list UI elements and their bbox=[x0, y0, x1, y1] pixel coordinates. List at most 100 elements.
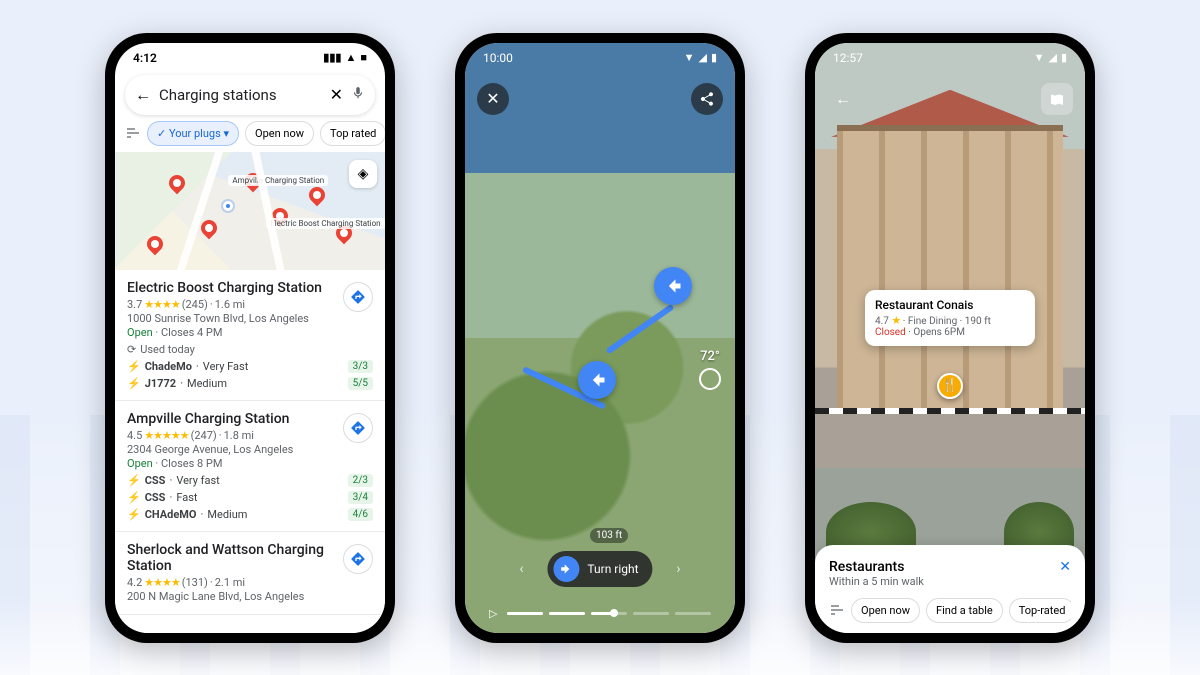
map-view[interactable]: ◈ Ampville Charging Station Electric Boo… bbox=[115, 152, 385, 270]
progress-segment bbox=[549, 612, 585, 615]
plug-row: ⚡CHAdeMO · Medium4/6 bbox=[127, 508, 373, 521]
directions-button[interactable] bbox=[343, 413, 373, 443]
prev-step-icon[interactable]: ‹ bbox=[519, 561, 523, 577]
bolt-icon: ⚡ bbox=[127, 377, 141, 390]
status-time: 10:00 bbox=[483, 51, 513, 65]
progress-segment bbox=[633, 612, 669, 615]
close-button[interactable]: ✕ bbox=[477, 83, 509, 115]
history-icon: ⟳ bbox=[127, 343, 136, 356]
sheet-title: Restaurants bbox=[829, 559, 1071, 575]
result-hours: Open · Closes 8 PM bbox=[127, 457, 373, 470]
next-step-icon[interactable]: › bbox=[676, 561, 680, 577]
chip-find-table[interactable]: Find a table bbox=[926, 598, 1003, 623]
chip-top-rated[interactable]: Top rated bbox=[320, 121, 385, 146]
search-input[interactable]: Charging stations bbox=[159, 86, 322, 104]
progress-knob[interactable] bbox=[610, 609, 618, 617]
result-title: Electric Boost Charging Station bbox=[127, 280, 373, 296]
result-rating: 4.2 ★★★★ (131) · 2.1 mi bbox=[127, 576, 373, 589]
route-line bbox=[606, 303, 675, 354]
stars-icon: ★★★★★ bbox=[144, 429, 188, 442]
poi-tooltip[interactable]: Restaurant Conais 4.7 ★ · Fine Dining · … bbox=[865, 290, 1035, 346]
status-time: 12:57 bbox=[833, 51, 863, 65]
search-bar[interactable]: ← Charging stations ✕ bbox=[125, 75, 375, 115]
phone-live-view: 12:57 ▼ ◢ ▮ ← Restaurant Conais 4.7 ★ · … bbox=[805, 33, 1095, 643]
map-pin[interactable] bbox=[144, 233, 167, 256]
tune-icon[interactable] bbox=[829, 600, 845, 620]
directions-button[interactable] bbox=[343, 544, 373, 574]
bolt-icon: ⚡ bbox=[127, 491, 141, 504]
result-card[interactable]: Electric Boost Charging Station 3.7 ★★★★… bbox=[115, 270, 385, 401]
chip-open-now[interactable]: Open now bbox=[245, 121, 314, 146]
used-label: ⟳Used today bbox=[127, 343, 373, 356]
map-toggle-button[interactable] bbox=[1041, 83, 1073, 115]
result-card[interactable]: Sherlock and Wattson Charging Station 4.… bbox=[115, 532, 385, 615]
back-icon[interactable]: ← bbox=[135, 85, 151, 105]
screen: 12:57 ▼ ◢ ▮ ← Restaurant Conais 4.7 ★ · … bbox=[815, 43, 1085, 633]
immersive-view[interactable]: 10:00 ▼ ◢ ▮ ✕ 72° bbox=[465, 43, 735, 633]
status-icons: ▮▮▮ ▲ ■ bbox=[323, 51, 367, 64]
result-address: 200 N Magic Lane Blvd, Los Angeles bbox=[127, 590, 373, 603]
results-list[interactable]: Electric Boost Charging Station 3.7 ★★★★… bbox=[115, 270, 385, 633]
map-pin[interactable] bbox=[198, 217, 221, 240]
wifi-icon: ▼ bbox=[1034, 51, 1045, 64]
status-bar: 12:57 ▼ ◢ ▮ bbox=[815, 43, 1085, 73]
progress-segment bbox=[507, 612, 543, 615]
poi-name: Restaurant Conais bbox=[875, 298, 1025, 312]
plug-row: ⚡CSS · Very fast2/3 bbox=[127, 474, 373, 487]
close-sheet-icon[interactable]: ✕ bbox=[1059, 559, 1071, 575]
phone-search-results: 4:12 ▮▮▮ ▲ ■ ← Charging stations ✕ ✓ You… bbox=[105, 33, 395, 643]
status-bar: 4:12 ▮▮▮ ▲ ■ bbox=[115, 43, 385, 73]
wifi-icon: ▼ bbox=[684, 51, 695, 64]
map-label: Electric Boost Charging Station bbox=[266, 218, 384, 229]
phone-immersive-view: 10:00 ▼ ◢ ▮ ✕ 72° bbox=[455, 33, 745, 643]
mic-icon[interactable] bbox=[351, 85, 365, 104]
stars-icon: ★★★★ bbox=[144, 576, 179, 589]
map-pin[interactable] bbox=[306, 184, 329, 207]
plug-row: ⚡CSS · Fast3/4 bbox=[127, 491, 373, 504]
result-rating: 4.5 ★★★★★ (247) · 1.8 mi bbox=[127, 429, 373, 442]
layers-button[interactable]: ◈ bbox=[349, 160, 377, 188]
bolt-icon: ⚡ bbox=[127, 360, 141, 373]
stars-icon: ★★★★ bbox=[144, 298, 179, 311]
poi-hours: Closed · Opens 6PM bbox=[875, 327, 1025, 338]
building-facade bbox=[837, 125, 1064, 408]
directions-button[interactable] bbox=[343, 282, 373, 312]
status-time: 4:12 bbox=[133, 51, 157, 65]
street-curb bbox=[815, 408, 1085, 414]
share-button[interactable] bbox=[691, 83, 723, 115]
live-view[interactable]: 12:57 ▼ ◢ ▮ ← Restaurant Conais 4.7 ★ · … bbox=[815, 43, 1085, 633]
status-bar: 10:00 ▼ ◢ ▮ bbox=[465, 43, 735, 73]
clear-icon[interactable]: ✕ bbox=[330, 85, 343, 104]
battery-icon: ▮ bbox=[711, 51, 717, 64]
poi-meta: 4.7 ★ · Fine Dining · 190 ft bbox=[875, 314, 1025, 327]
result-hours: Open · Closes 4 PM bbox=[127, 326, 373, 339]
tune-icon[interactable] bbox=[125, 123, 141, 143]
restaurant-marker-icon[interactable]: 🍴 bbox=[937, 373, 963, 399]
bolt-icon: ⚡ bbox=[127, 474, 141, 487]
chip-your-plugs[interactable]: ✓ Your plugs ▾ bbox=[147, 121, 239, 146]
battery-icon: ▮ bbox=[1061, 51, 1067, 64]
time-slider-icon[interactable] bbox=[699, 368, 721, 390]
distance-label: 103 ft bbox=[590, 528, 628, 543]
back-button[interactable]: ← bbox=[827, 83, 859, 115]
progress-bar[interactable]: ▷ bbox=[489, 612, 711, 615]
chip-open-now[interactable]: Open now bbox=[851, 598, 920, 623]
result-address: 2304 George Avenue, Los Angeles bbox=[127, 443, 373, 456]
screen: 4:12 ▮▮▮ ▲ ■ ← Charging stations ✕ ✓ You… bbox=[115, 43, 385, 633]
map-pin[interactable] bbox=[166, 172, 189, 195]
bottom-sheet[interactable]: ✕ Restaurants Within a 5 min walk Open n… bbox=[815, 545, 1085, 633]
weather-widget[interactable]: 72° bbox=[699, 349, 721, 390]
map-label: Ampville Charging Station bbox=[228, 175, 328, 186]
chip-top-rated[interactable]: Top-rated bbox=[1009, 598, 1071, 623]
route-arrow-icon bbox=[578, 361, 616, 399]
wifi-icon: ▲ bbox=[345, 51, 356, 64]
progress-segment bbox=[675, 612, 711, 615]
status-icons: ▼ ◢ ▮ bbox=[1034, 51, 1067, 64]
bolt-icon: ⚡ bbox=[127, 508, 141, 521]
nav-instruction-pill[interactable]: ‹ Turn right › bbox=[547, 551, 652, 587]
play-icon[interactable]: ▷ bbox=[489, 607, 497, 620]
nav-instruction-label: Turn right bbox=[587, 562, 638, 576]
filter-chips: ✓ Your plugs ▾ Open now Top rated bbox=[115, 121, 385, 152]
result-title: Ampville Charging Station bbox=[127, 411, 373, 427]
result-card[interactable]: Ampville Charging Station 4.5 ★★★★★ (247… bbox=[115, 401, 385, 532]
